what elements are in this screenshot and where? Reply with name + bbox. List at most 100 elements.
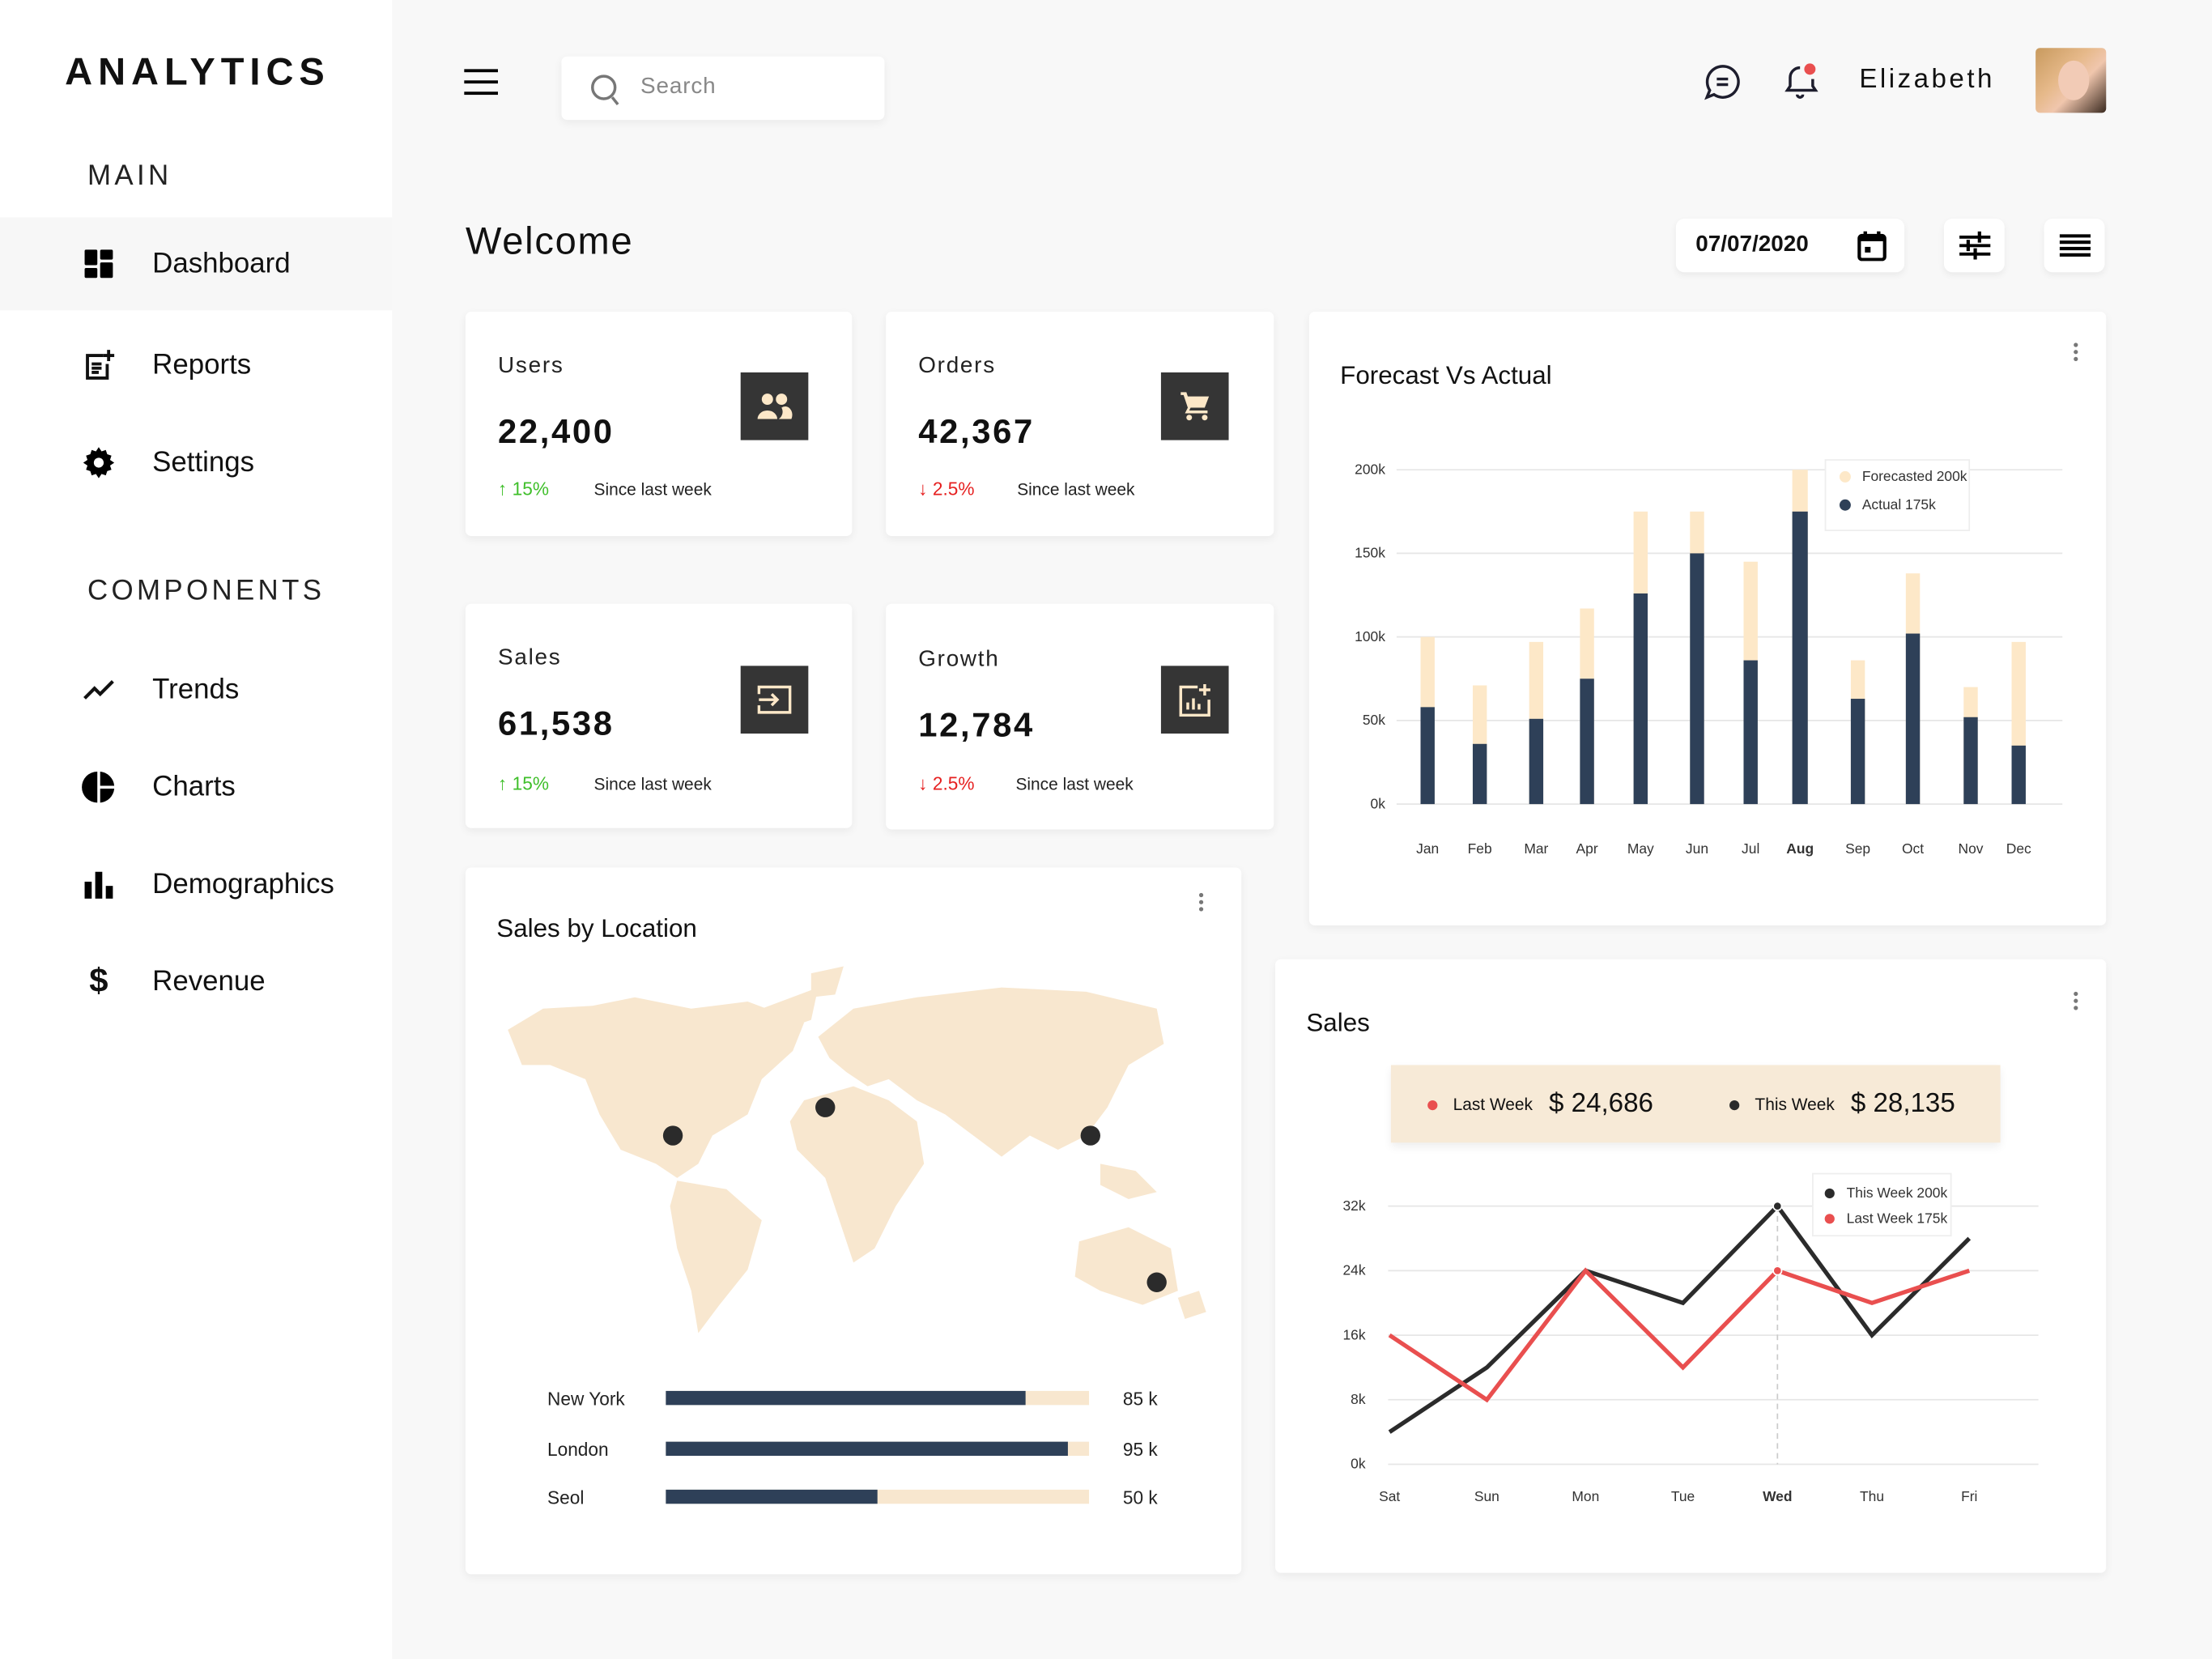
avatar[interactable] bbox=[2035, 48, 2107, 113]
bar-actual-Nov bbox=[1963, 717, 1978, 805]
pie-chart-icon bbox=[82, 772, 115, 803]
sidebar: ANALYTICS MAIN Dashboard Reports Setting… bbox=[0, 0, 393, 1659]
x-tick-label: Sep bbox=[1845, 840, 1870, 857]
notification-badge bbox=[1804, 63, 1816, 75]
sales-line-chart: 0k 8k 16k 24k 32k Sat Sun Mon Tue Wed Thu Fri This W… bbox=[1342, 1172, 2039, 1504]
x-tick-label: Fri bbox=[1961, 1488, 1977, 1504]
stat-title: Users bbox=[498, 354, 564, 378]
y-tick-label: 0k bbox=[1371, 795, 1386, 811]
map-pin bbox=[1146, 1272, 1167, 1292]
sidebar-item-label: Trends bbox=[152, 673, 240, 705]
stat-value: 22,400 bbox=[498, 413, 615, 452]
location-bar-track bbox=[666, 1489, 1090, 1504]
chat-icon[interactable] bbox=[1704, 63, 1741, 100]
sidebar-item-dashboard[interactable]: Dashboard bbox=[0, 217, 393, 311]
sidebar-item-label: Dashboard bbox=[152, 247, 291, 279]
tooltip-dot bbox=[1824, 1214, 1835, 1224]
filter-button[interactable] bbox=[1943, 219, 2005, 273]
bar-actual-Aug bbox=[1792, 511, 1808, 805]
location-bar-fill bbox=[666, 1489, 878, 1504]
sales-by-location-card: Sales by Location New York 85 k London 9… bbox=[465, 867, 1242, 1575]
sidebar-item-demographics[interactable]: Demographics bbox=[0, 838, 392, 931]
tooltip-actual: Actual 175k bbox=[1862, 496, 1936, 513]
chart-add-icon bbox=[1179, 684, 1210, 717]
stat-card-users[interactable]: Users 22,400 ↑ 15% Since last week bbox=[465, 312, 853, 537]
report-add-icon bbox=[86, 350, 115, 380]
x-tick-label: Sat bbox=[1379, 1488, 1400, 1504]
location-city: Seol bbox=[547, 1487, 585, 1508]
dashboard-icon bbox=[84, 249, 113, 279]
sidebar-item-label: Charts bbox=[152, 771, 236, 802]
search-input[interactable]: Search bbox=[561, 56, 885, 121]
bar-actual-Feb bbox=[1472, 743, 1487, 805]
stat-card-sales[interactable]: Sales 61,538 ↑ 15% Since last week bbox=[465, 603, 853, 828]
page-title: Welcome bbox=[465, 219, 634, 263]
y-tick-label: 32k bbox=[1342, 1197, 1365, 1214]
sidebar-item-settings[interactable]: Settings bbox=[0, 416, 392, 509]
chart-tooltip: Forecasted 200k Actual 175k bbox=[1824, 459, 1971, 531]
y-tick-label: 24k bbox=[1342, 1262, 1365, 1278]
dollar-icon: $ bbox=[89, 962, 108, 1001]
user-name[interactable]: Elizabeth bbox=[1859, 65, 1995, 96]
stat-icon-box bbox=[1160, 666, 1229, 734]
chart-tooltip: This Week 200k Last Week 175k bbox=[1811, 1172, 1952, 1237]
x-tick-label: May bbox=[1627, 840, 1654, 857]
cart-icon bbox=[1180, 392, 1210, 421]
calendar-icon[interactable] bbox=[1857, 230, 1887, 262]
location-bar-track bbox=[666, 1390, 1090, 1406]
tooltip-this-week: This Week 200k bbox=[1847, 1185, 1948, 1201]
sidebar-item-revenue[interactable]: $ Revenue bbox=[0, 935, 392, 1028]
location-bar-track bbox=[666, 1441, 1090, 1457]
sidebar-item-trends[interactable]: Trends bbox=[0, 643, 392, 736]
tooltip-last-week: Last Week 175k bbox=[1847, 1210, 1948, 1227]
stat-value: 12,784 bbox=[918, 706, 1035, 745]
stat-change-value: 2.5% bbox=[932, 478, 975, 500]
forecast-bar-chart: 0k 50k 100k 150k 200k Jan Feb Mar Apr May Jun Jul Au… bbox=[1355, 459, 2063, 857]
stat-icon-box bbox=[740, 666, 809, 734]
sidebar-item-label: Settings bbox=[152, 446, 255, 478]
y-tick-label: 0k bbox=[1351, 1456, 1366, 1472]
line-this-week bbox=[1388, 1202, 1972, 1434]
stat-card-orders[interactable]: Orders 42,367 ↓ 2.5% Since last week bbox=[886, 312, 1274, 537]
list-view-button[interactable] bbox=[2044, 219, 2105, 273]
tooltip-forecast: Forecasted 200k bbox=[1862, 468, 1967, 484]
x-tick-label: Dec bbox=[2006, 840, 2031, 857]
world-map bbox=[508, 966, 1206, 1334]
gear-icon bbox=[83, 447, 115, 479]
map-pin bbox=[1080, 1125, 1100, 1146]
x-tick-label: Sun bbox=[1474, 1488, 1499, 1504]
location-city: London bbox=[547, 1439, 609, 1461]
tooltip-dot bbox=[1824, 1188, 1835, 1199]
x-tick-label: Nov bbox=[1959, 840, 1984, 857]
trend-line-icon bbox=[83, 680, 114, 700]
sidebar-item-charts[interactable]: Charts bbox=[0, 741, 392, 834]
sidebar-item-label: Revenue bbox=[152, 965, 266, 997]
bar-actual-Apr bbox=[1580, 678, 1594, 805]
y-tick-label: 150k bbox=[1355, 545, 1385, 561]
y-tick-label: 8k bbox=[1351, 1391, 1366, 1407]
bar-actual-Jan bbox=[1420, 707, 1435, 805]
y-tick-label: 16k bbox=[1342, 1326, 1365, 1342]
bar-actual-Mar bbox=[1529, 718, 1544, 805]
stat-change: ↑ 15% bbox=[498, 478, 550, 500]
stat-change: ↓ 2.5% bbox=[918, 772, 975, 794]
stat-title: Growth bbox=[918, 647, 1000, 672]
sidebar-item-reports[interactable]: Reports bbox=[0, 319, 392, 412]
stat-title: Orders bbox=[918, 354, 996, 378]
hamburger-menu-icon[interactable] bbox=[464, 68, 499, 96]
app-logo: ANALYTICS bbox=[65, 50, 330, 93]
stat-card-growth[interactable]: Growth 12,784 ↓ 2.5% Since last week bbox=[886, 603, 1274, 830]
search-placeholder: Search bbox=[640, 74, 717, 99]
stat-change-value: 2.5% bbox=[932, 772, 975, 794]
date-picker[interactable]: 07/07/2020 bbox=[1675, 219, 1905, 273]
x-tick-label: Apr bbox=[1576, 840, 1598, 857]
stat-change-value: 15% bbox=[512, 478, 550, 500]
bell-icon[interactable] bbox=[1783, 61, 1823, 103]
section-label-main: MAIN bbox=[87, 160, 172, 192]
bar-actual-Dec bbox=[2011, 745, 2026, 805]
location-bar-fill bbox=[666, 1390, 1026, 1406]
x-tick-label: Thu bbox=[1860, 1488, 1884, 1504]
date-value: 07/07/2020 bbox=[1695, 232, 1809, 257]
list-icon bbox=[2058, 234, 2091, 257]
map-pin bbox=[815, 1097, 836, 1117]
